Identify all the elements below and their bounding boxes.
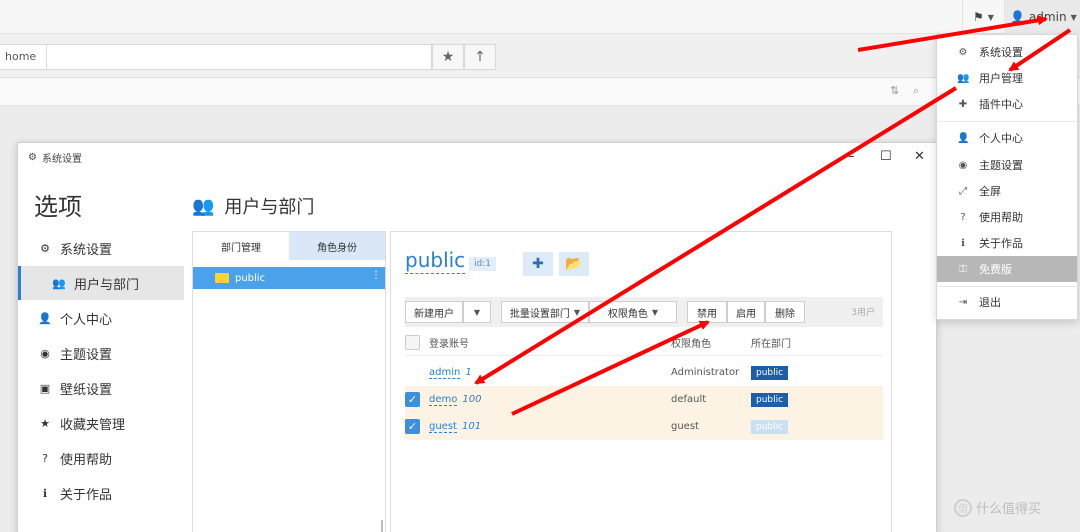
arrow-to-user-management	[1008, 28, 1072, 72]
arrow-to-admin-row	[474, 86, 958, 385]
arrow-to-user-menu	[857, 15, 1048, 52]
annotation-arrows	[474, 15, 1072, 416]
arrow-to-disable-button	[511, 320, 710, 416]
